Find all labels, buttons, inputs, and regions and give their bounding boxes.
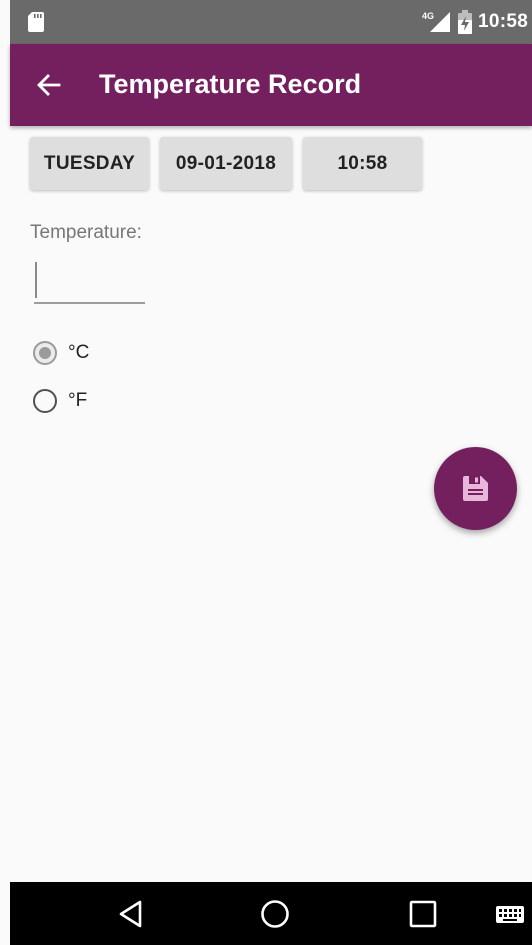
status-bar: 4G 10:58 — [10, 0, 532, 44]
radio-unchecked-icon[interactable] — [33, 389, 57, 413]
battery-charging-icon — [458, 10, 472, 34]
radio-fahrenheit[interactable]: °F — [33, 386, 87, 416]
sd-card-icon — [28, 12, 44, 32]
app-bar: Temperature Record — [10, 44, 532, 126]
text-cursor — [35, 262, 37, 298]
navigation-bar — [10, 882, 532, 945]
date-button[interactable]: 09-01-2018 — [160, 137, 292, 190]
status-clock: 10:58 — [478, 11, 529, 32]
radio-checked-icon[interactable] — [33, 341, 57, 365]
radio-celsius-label: °C — [68, 342, 90, 363]
temperature-input[interactable] — [34, 258, 145, 304]
save-button[interactable] — [434, 447, 517, 530]
signal-icon: 4G — [422, 11, 450, 32]
back-triangle-icon[interactable] — [114, 897, 148, 931]
home-circle-icon[interactable] — [258, 897, 292, 931]
day-button[interactable]: TUESDAY — [30, 137, 149, 190]
recents-square-icon[interactable] — [406, 897, 440, 931]
arrow-left-icon[interactable] — [30, 66, 68, 104]
network-type-text: 4G — [422, 11, 434, 21]
time-button[interactable]: 10:58 — [303, 137, 422, 190]
radio-fahrenheit-label: °F — [68, 390, 88, 411]
radio-celsius[interactable]: °C — [33, 338, 89, 368]
temperature-label: Temperature: — [30, 222, 142, 243]
screen: 4G 10:58 Temperature Record TUESDAY 09-0… — [0, 0, 532, 945]
save-icon — [463, 476, 488, 501]
keyboard-icon[interactable] — [494, 897, 526, 931]
page-title: Temperature Record — [99, 69, 362, 99]
